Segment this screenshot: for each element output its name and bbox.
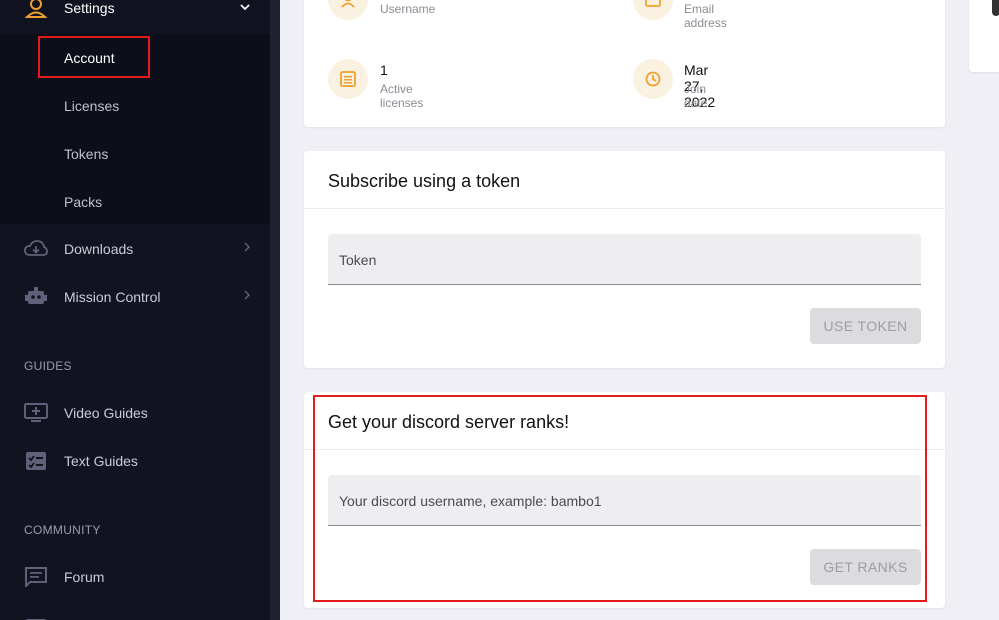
sidebar-item-mission-control[interactable]: Mission Control <box>0 277 270 317</box>
list-icon <box>24 615 48 620</box>
email-label: Email address <box>684 2 727 30</box>
chevron-right-icon <box>244 289 251 303</box>
sidebar-item-forum[interactable]: Forum <box>0 557 270 597</box>
sidebar-item-label: Text Guides <box>64 453 138 469</box>
user-icon <box>328 0 368 20</box>
sidebar-item-label: Packs <box>64 194 103 210</box>
cloud-download-icon <box>24 239 48 259</box>
sidebar-item-label: Licenses <box>64 98 120 114</box>
username-label: Username <box>380 2 436 16</box>
sidebar-item-tokens[interactable]: Tokens <box>0 133 270 173</box>
token-card-title: Subscribe using a token <box>304 151 945 209</box>
sidebar: Settings Account Licenses Tokens Packs D… <box>0 0 280 620</box>
clock-icon <box>633 59 673 99</box>
license-list-icon <box>328 59 368 99</box>
sidebar-item-label: Video Guides <box>64 405 148 421</box>
right-card-icon <box>992 0 999 16</box>
sidebar-item-partial[interactable] <box>0 605 270 620</box>
account-highlight-box <box>38 36 150 78</box>
chevron-down-icon <box>240 0 250 14</box>
mail-icon <box>633 0 673 20</box>
section-title-guides: GUIDES <box>24 359 72 373</box>
sidebar-item-downloads[interactable]: Downloads <box>0 229 270 269</box>
monitor-add-icon <box>24 403 48 423</box>
chevron-right-icon <box>244 241 251 255</box>
token-card: Subscribe using a token Token USE TOKEN <box>304 151 945 368</box>
user-icon <box>24 0 48 18</box>
section-title-community: COMMUNITY <box>24 523 101 537</box>
use-token-button[interactable]: USE TOKEN <box>810 308 921 344</box>
token-input[interactable]: Token <box>328 234 921 285</box>
sidebar-item-settings[interactable]: Settings <box>0 0 270 28</box>
profile-card: Username Email address 1 Active licenses… <box>304 0 945 127</box>
licenses-value: 1 <box>380 62 388 78</box>
robot-icon <box>24 287 48 307</box>
sidebar-scrollbar[interactable] <box>270 0 280 620</box>
sidebar-item-label: Mission Control <box>64 289 161 305</box>
checklist-icon <box>24 451 48 471</box>
chat-icon <box>24 567 48 587</box>
sidebar-item-video-guides[interactable]: Video Guides <box>0 393 270 433</box>
sidebar-item-label: Forum <box>64 569 105 585</box>
sidebar-item-label: Settings <box>64 0 115 16</box>
sidebar-item-packs[interactable]: Packs <box>0 181 270 221</box>
right-side-card <box>969 0 999 72</box>
sidebar-item-label: Tokens <box>64 146 109 162</box>
join-date-label: Join date <box>684 82 708 110</box>
discord-highlight-box <box>313 395 927 602</box>
sidebar-item-text-guides[interactable]: Text Guides <box>0 441 270 481</box>
sidebar-item-label: Downloads <box>64 241 134 257</box>
sidebar-item-licenses[interactable]: Licenses <box>0 85 270 125</box>
licenses-label: Active licenses <box>380 82 424 110</box>
